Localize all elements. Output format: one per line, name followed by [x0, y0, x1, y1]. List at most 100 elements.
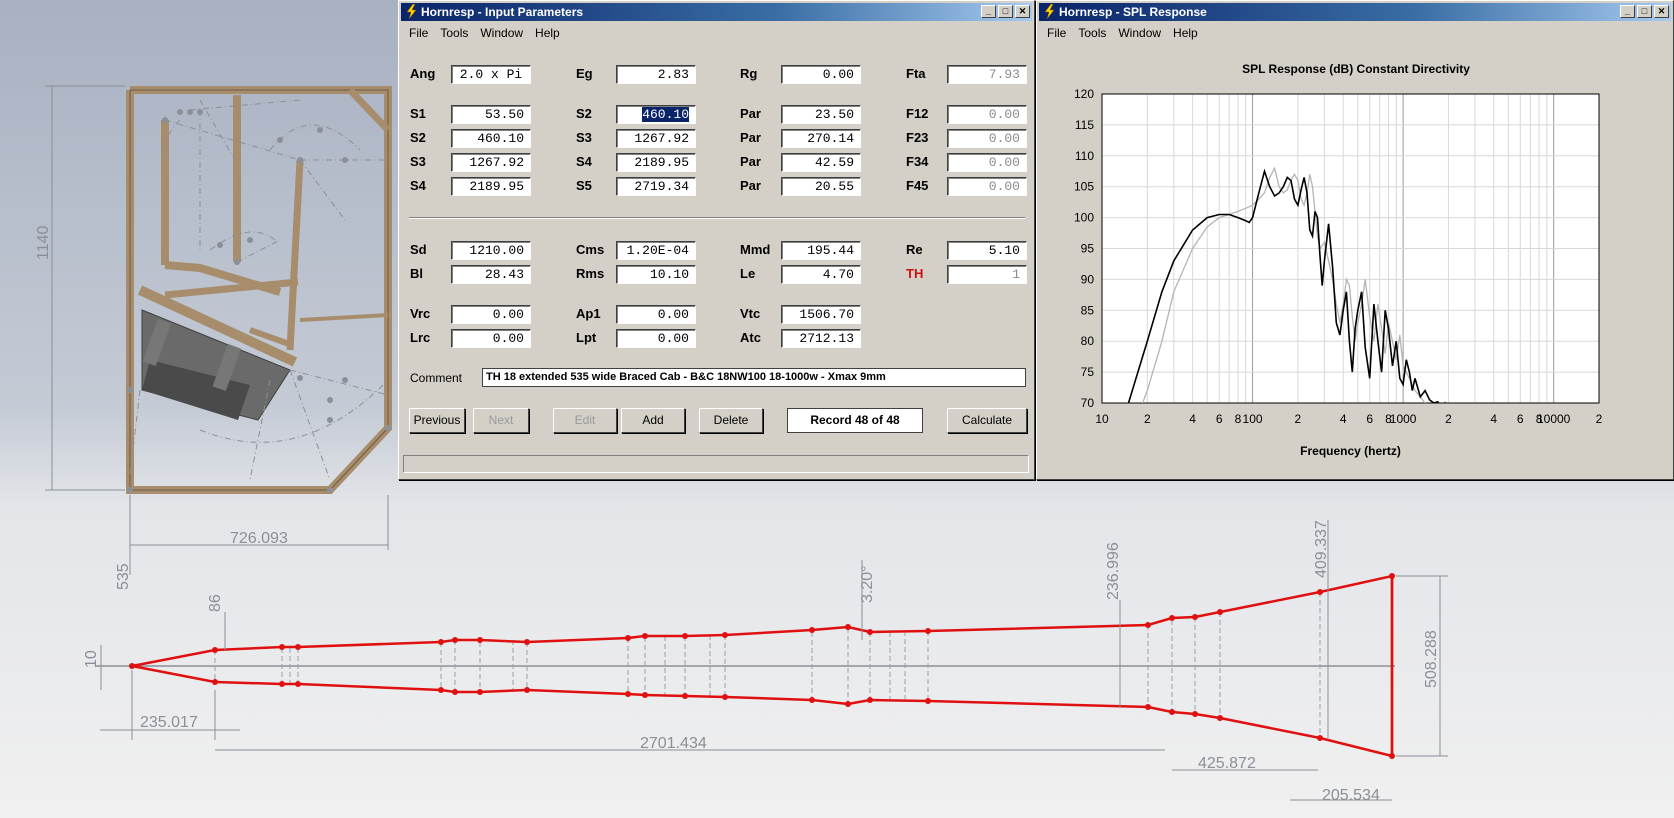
x-tick-label: 10	[1095, 412, 1109, 426]
param-value: 0.00	[988, 179, 1020, 194]
param-field-s5[interactable]: 2719.34	[616, 177, 696, 196]
param-field-s4[interactable]: 2189.95	[451, 177, 531, 196]
param-field-cms[interactable]: 1.20E-04	[616, 241, 696, 260]
param-field-sd[interactable]: 1210.00	[451, 241, 531, 260]
param-value: 270.14	[807, 131, 854, 146]
param-field-par[interactable]: 23.50	[781, 105, 861, 124]
param-value: 195.44	[807, 243, 854, 258]
param-value: 4.70	[822, 267, 854, 282]
minimize-icon[interactable]: _	[1620, 5, 1635, 18]
param-label-s1: S1	[410, 106, 426, 121]
menu-window[interactable]: Window	[474, 26, 529, 40]
menu-tools[interactable]: Tools	[434, 26, 474, 40]
x-tick-label: 6	[1517, 412, 1524, 426]
dim-height: 1140	[35, 225, 52, 260]
x-tick-label: 2	[1295, 412, 1302, 426]
param-label-bl: Bl	[410, 266, 423, 281]
param-value: 0.00	[492, 307, 524, 322]
param-label-ap1: Ap1	[576, 306, 601, 321]
param-label-vrc: Vrc	[410, 306, 431, 321]
param-field-lrc[interactable]: 0.00	[451, 329, 531, 348]
param-field-vtc[interactable]: 1506.70	[781, 305, 861, 324]
spl-response-window: Hornresp - SPL Response _ □ ✕ File Tools…	[1036, 0, 1674, 480]
dim-2701: 2701.434	[640, 735, 707, 752]
param-field-ap1[interactable]: 0.00	[616, 305, 696, 324]
menu-help[interactable]: Help	[1167, 26, 1204, 40]
param-field-bl[interactable]: 28.43	[451, 265, 531, 284]
spl-window-titlebar[interactable]: Hornresp - SPL Response _ □ ✕	[1039, 3, 1671, 21]
x-tick-label: 4	[1340, 412, 1347, 426]
param-field-eg[interactable]: 2.83	[616, 65, 696, 84]
param-field-vrc[interactable]: 0.00	[451, 305, 531, 324]
y-tick-label: 95	[1081, 242, 1095, 256]
comment-field[interactable]: TH 18 extended 535 wide Braced Cab - B&C…	[482, 368, 1026, 387]
y-tick-label: 115	[1075, 118, 1094, 132]
next-button[interactable]: Next	[473, 408, 529, 433]
minimize-icon[interactable]: _	[981, 5, 996, 18]
add-button[interactable]: Add	[621, 408, 685, 433]
maximize-icon[interactable]: □	[1637, 5, 1652, 18]
param-label-f23: F23	[906, 130, 929, 145]
param-label-cms: Cms	[576, 242, 605, 257]
param-field-s2[interactable]: 460.10	[616, 105, 696, 124]
param-label-par: Par	[740, 178, 761, 193]
param-field-f23[interactable]: 0.00	[947, 129, 1027, 148]
param-label-fta: Fta	[906, 66, 926, 81]
param-field-f45[interactable]: 0.00	[947, 177, 1027, 196]
param-field-par[interactable]: 42.59	[781, 153, 861, 172]
param-field-mmd[interactable]: 195.44	[781, 241, 861, 260]
param-field-rg[interactable]: 0.00	[781, 65, 861, 84]
delete-button[interactable]: Delete	[699, 408, 763, 433]
input-window-titlebar[interactable]: Hornresp - Input Parameters _ □ ✕	[401, 3, 1032, 21]
param-field-s1[interactable]: 53.50	[451, 105, 531, 124]
param-field-ang[interactable]: 2.0 x Pi	[451, 65, 531, 84]
chart-title: SPL Response (dB) Constant Directivity	[1242, 62, 1470, 76]
param-label-re: Re	[906, 242, 923, 257]
menu-file[interactable]: File	[1041, 26, 1072, 40]
param-field-re[interactable]: 5.10	[947, 241, 1027, 260]
param-value: 0.00	[822, 67, 854, 82]
param-label-eg: Eg	[576, 66, 593, 81]
menu-tools[interactable]: Tools	[1072, 26, 1112, 40]
y-tick-label: 70	[1081, 396, 1095, 410]
calculate-button[interactable]: Calculate	[947, 408, 1027, 433]
lightning-icon	[1044, 4, 1055, 19]
edit-button[interactable]: Edit	[553, 408, 617, 433]
close-icon[interactable]: ✕	[1654, 5, 1669, 18]
y-tick-label: 75	[1081, 365, 1095, 379]
x-tick-label: 10000	[1537, 412, 1571, 426]
param-field-s2[interactable]: 460.10	[451, 129, 531, 148]
param-value: 1267.92	[634, 131, 689, 146]
param-field-par[interactable]: 20.55	[781, 177, 861, 196]
param-field-atc[interactable]: 2712.13	[781, 329, 861, 348]
y-tick-label: 85	[1081, 303, 1095, 317]
param-value: 7.93	[988, 67, 1020, 82]
param-value: 2719.34	[634, 179, 689, 194]
y-tick-label: 110	[1075, 149, 1094, 163]
param-field-par[interactable]: 270.14	[781, 129, 861, 148]
dim-235: 235.017	[140, 714, 198, 731]
x-tick-label: 6	[1216, 412, 1223, 426]
dim-508: 508.288	[1423, 630, 1440, 688]
menu-window[interactable]: Window	[1112, 26, 1167, 40]
param-label-par: Par	[740, 106, 761, 121]
param-field-lpt[interactable]: 0.00	[616, 329, 696, 348]
param-value: 1210.00	[469, 243, 524, 258]
x-tick-label: 4	[1189, 412, 1196, 426]
param-field-s3[interactable]: 1267.92	[616, 129, 696, 148]
param-field-f34[interactable]: 0.00	[947, 153, 1027, 172]
menu-help[interactable]: Help	[529, 26, 566, 40]
menu-file[interactable]: File	[403, 26, 434, 40]
param-field-f12[interactable]: 0.00	[947, 105, 1027, 124]
param-field-rms[interactable]: 10.10	[616, 265, 696, 284]
previous-button[interactable]: Previous	[409, 408, 465, 433]
param-field-s3[interactable]: 1267.92	[451, 153, 531, 172]
param-field-le[interactable]: 4.70	[781, 265, 861, 284]
param-field-s4[interactable]: 2189.95	[616, 153, 696, 172]
spl-chart: 12011511010510095908580757010 2 4 6 8 100 2 4 6 8…	[1074, 87, 1603, 458]
param-field-th[interactable]: 1	[947, 265, 1027, 284]
close-icon[interactable]: ✕	[1015, 5, 1030, 18]
maximize-icon[interactable]: □	[998, 5, 1013, 18]
param-value: 0.00	[657, 307, 689, 322]
param-field-fta[interactable]: 7.93	[947, 65, 1027, 84]
